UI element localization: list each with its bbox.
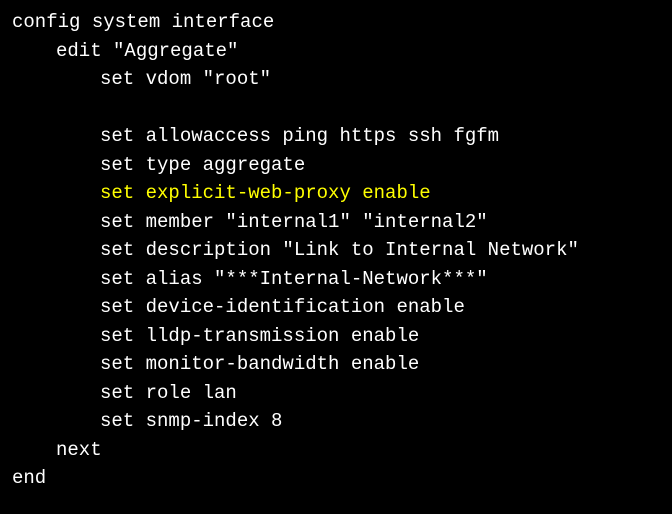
set-allowaccess-line: set allowaccess ping https ssh fgfm xyxy=(12,122,660,151)
edit-line: edit "Aggregate" xyxy=(12,37,660,66)
set-monitor-bandwidth-line: set monitor-bandwidth enable xyxy=(12,350,660,379)
set-explicit-web-proxy-line: set explicit-web-proxy enable xyxy=(12,179,660,208)
set-description-line: set description "Link to Internal Networ… xyxy=(12,236,660,265)
set-type-line: set type aggregate xyxy=(12,151,660,180)
set-device-identification-line: set device-identification enable xyxy=(12,293,660,322)
blank-line xyxy=(12,94,660,123)
cli-terminal: config system interface edit "Aggregate"… xyxy=(12,8,660,493)
set-member-line: set member "internal1" "internal2" xyxy=(12,208,660,237)
set-role-line: set role lan xyxy=(12,379,660,408)
next-line: next xyxy=(12,436,660,465)
set-alias-line: set alias "***Internal-Network***" xyxy=(12,265,660,294)
set-vdom-line: set vdom "root" xyxy=(12,65,660,94)
set-snmp-index-line: set snmp-index 8 xyxy=(12,407,660,436)
config-line: config system interface xyxy=(12,8,660,37)
set-lldp-transmission-line: set lldp-transmission enable xyxy=(12,322,660,351)
end-line: end xyxy=(12,464,660,493)
